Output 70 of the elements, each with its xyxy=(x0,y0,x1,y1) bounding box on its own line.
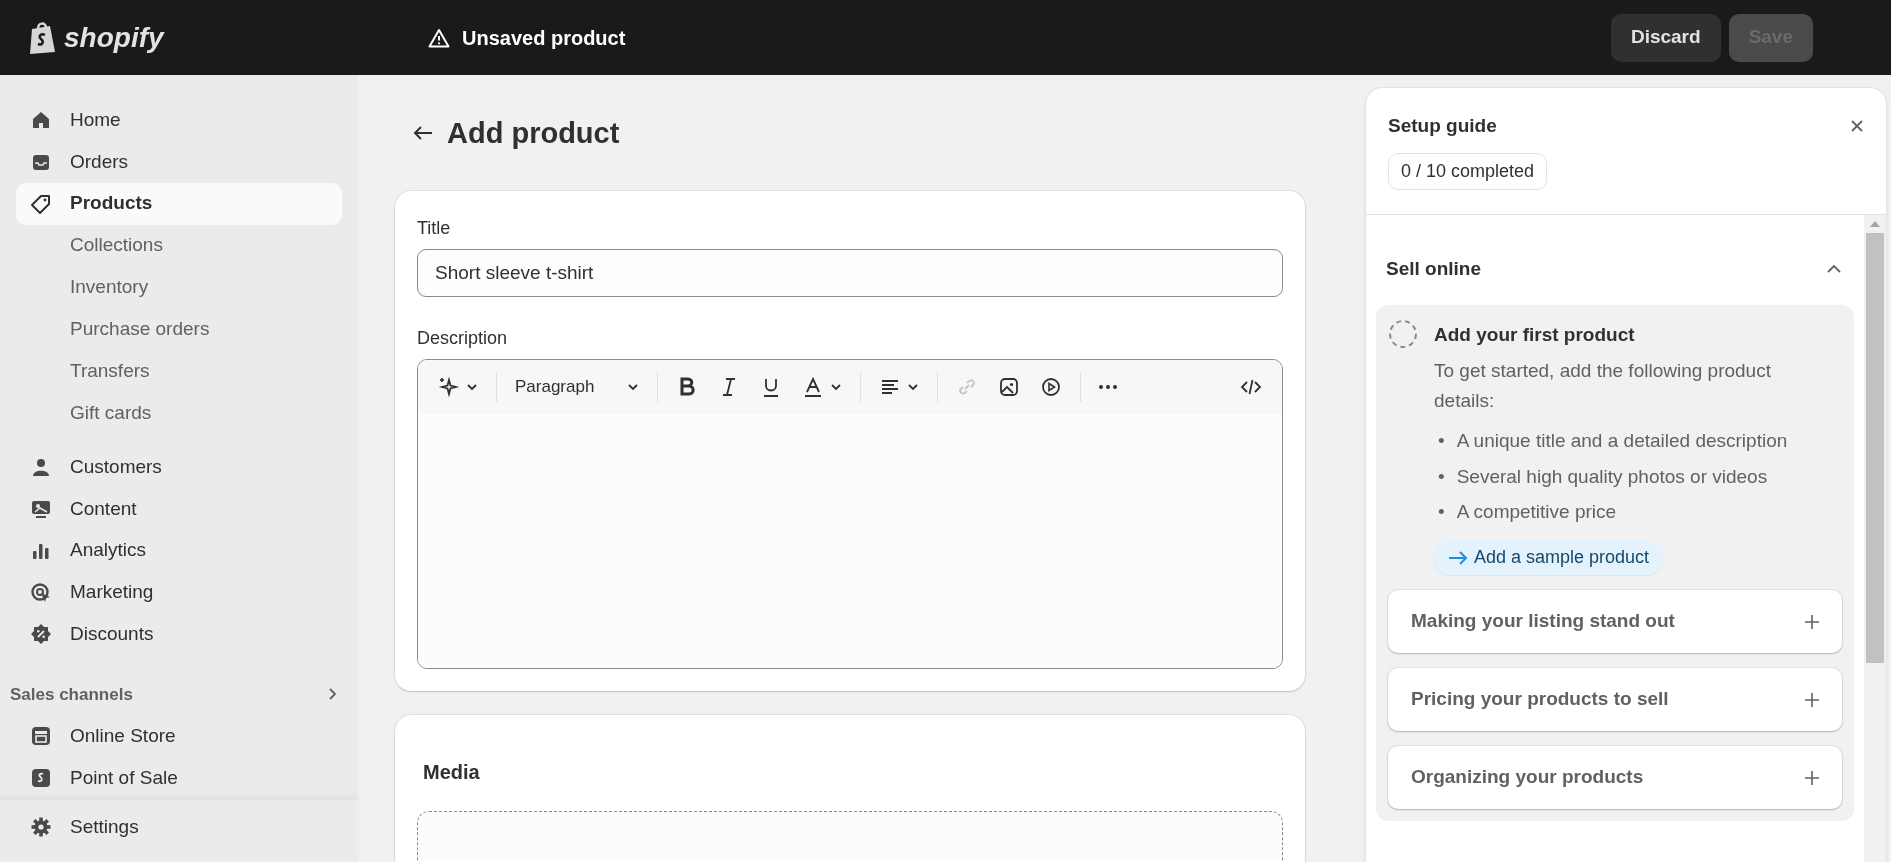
sidebar-item[interactable]: Online Store xyxy=(16,715,342,758)
sidebar-item[interactable]: Home xyxy=(16,99,342,141)
chevron-up-icon[interactable] xyxy=(1826,263,1842,274)
percent-badge-icon xyxy=(30,623,52,646)
panel-title: Setup guide xyxy=(1388,114,1497,138)
bullet-text: Several high quality photos or videos xyxy=(1456,464,1768,489)
close-icon[interactable] xyxy=(1850,119,1864,134)
sidebar-item[interactable]: Collections xyxy=(16,224,342,267)
sidebar-item[interactable]: Discounts xyxy=(16,613,342,656)
sparkle-icon xyxy=(438,376,460,398)
bullet-marker: • xyxy=(1438,464,1445,489)
chevron-down-icon xyxy=(466,381,478,393)
text-color-icon xyxy=(802,376,824,398)
task-description: To get started, add the following product details: xyxy=(1434,358,1772,413)
bullet-text: A competitive price xyxy=(1456,500,1617,525)
sidebar-item[interactable]: Content xyxy=(16,487,342,530)
scrollbar[interactable] xyxy=(1864,214,1886,862)
sidebar-item[interactable]: Products xyxy=(16,182,342,225)
description-editor[interactable]: Paragraph xyxy=(417,359,1283,669)
sidebar-item[interactable]: Purchase orders xyxy=(16,308,342,351)
arrow-right-icon xyxy=(1448,550,1468,565)
task-accordion[interactable]: Pricing your products to sell xyxy=(1388,668,1842,732)
page-status-title: Unsaved product xyxy=(462,25,626,51)
title-input[interactable]: Short sleeve t-shirt xyxy=(417,249,1283,297)
sidebar-item[interactable]: Analytics xyxy=(16,529,342,572)
sidebar-item[interactable]: Gift cards xyxy=(16,392,342,434)
task-accordion[interactable]: Making your listing stand out xyxy=(1388,590,1842,654)
plus-icon xyxy=(1804,691,1820,708)
image-icon xyxy=(998,376,1020,398)
sidebar-item[interactable]: Point of Sale xyxy=(16,757,342,799)
sidebar-item[interactable]: Settings xyxy=(16,806,342,848)
task-title: Add your first product xyxy=(1434,323,1636,347)
card-title: Media xyxy=(422,760,481,785)
logo-text: shopify xyxy=(64,20,164,55)
sidebar-item[interactable]: Orders xyxy=(16,140,342,183)
paragraph-format-dropdown[interactable]: Paragraph xyxy=(507,369,647,405)
back-arrow-icon[interactable] xyxy=(413,125,433,141)
sidebar-item[interactable]: Inventory xyxy=(16,266,342,309)
bullet-marker: • xyxy=(1438,429,1445,454)
chevron-right-icon xyxy=(328,687,338,702)
bullet-marker: • xyxy=(1438,500,1445,525)
more-icon xyxy=(1099,385,1117,389)
progress-badge: 0 / 10 completed xyxy=(1388,152,1548,190)
play-circle-icon xyxy=(1040,376,1062,398)
section-heading: Sales channels xyxy=(10,683,133,706)
chevron-down-icon xyxy=(627,381,639,393)
bullet-text: A unique title and a detailed description xyxy=(1456,429,1788,454)
tag-icon xyxy=(30,192,52,215)
warning-icon xyxy=(428,27,450,48)
sidebar-item[interactable]: Marketing xyxy=(16,571,342,614)
field-label: Title xyxy=(417,217,452,240)
chevron-down-icon xyxy=(907,381,919,393)
field-label: Description xyxy=(417,327,509,350)
shopping-bag-icon xyxy=(28,20,58,55)
section-title: Sell online xyxy=(1386,256,1482,281)
plus-icon xyxy=(1804,613,1820,630)
plus-icon xyxy=(1804,769,1820,786)
sample-product-button[interactable]: Add a sample product xyxy=(1434,540,1664,576)
shopping-bag-icon xyxy=(30,767,52,790)
storefront-icon xyxy=(30,725,52,748)
gear-icon xyxy=(30,816,52,838)
discard-button[interactable]: Discard xyxy=(1610,13,1721,62)
dashed-circle-icon[interactable] xyxy=(1388,319,1418,349)
chevron-down-icon xyxy=(830,381,842,393)
page-title: Add product xyxy=(447,115,620,151)
target-cursor-icon xyxy=(30,581,52,604)
sidebar-item[interactable]: Transfers xyxy=(16,350,342,393)
task-accordion[interactable]: Organizing your products xyxy=(1388,746,1842,810)
scroll-up-icon xyxy=(1870,220,1880,227)
sidebar-item[interactable]: Customers xyxy=(16,445,342,488)
